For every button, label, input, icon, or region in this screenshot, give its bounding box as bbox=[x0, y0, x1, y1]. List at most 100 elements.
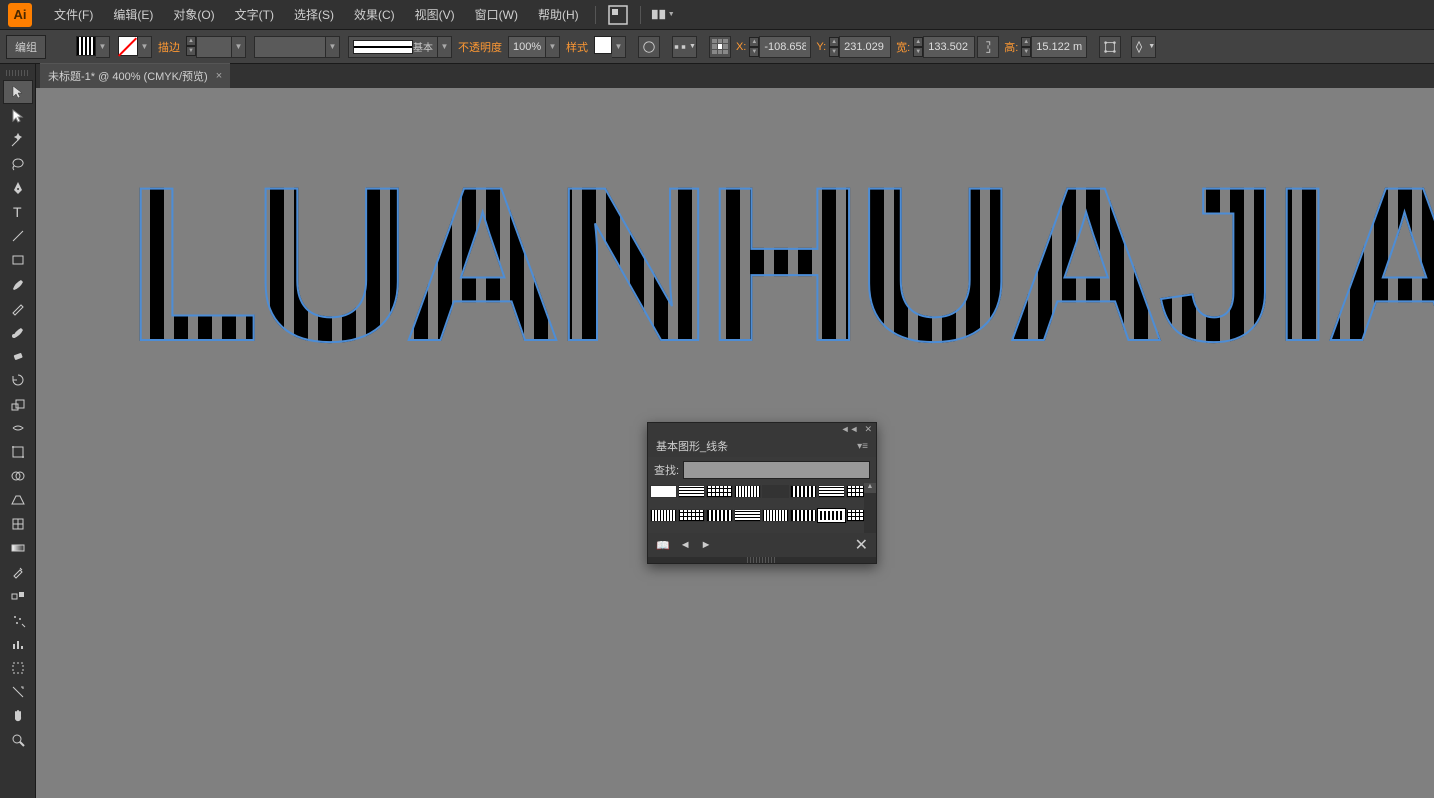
gradient-tool[interactable] bbox=[3, 536, 33, 560]
panel-resize-handle[interactable] bbox=[648, 557, 876, 563]
swatch-selected[interactable] bbox=[818, 509, 845, 522]
var-width-profile[interactable]: ▼ bbox=[254, 36, 340, 58]
graphic-style[interactable]: ▼ bbox=[594, 36, 626, 58]
stroke-color[interactable]: ▼ bbox=[118, 36, 152, 58]
lasso-tool[interactable] bbox=[3, 152, 33, 176]
swatch-grid: ▲ bbox=[648, 483, 876, 533]
stroke-weight[interactable]: ▲▼ ▼ bbox=[186, 36, 246, 58]
nav-prev-icon[interactable]: ◄ bbox=[680, 539, 691, 552]
svg-text:T: T bbox=[13, 204, 22, 220]
panel-menu-icon[interactable]: ▾≡ bbox=[857, 441, 868, 452]
swatch[interactable] bbox=[706, 485, 733, 498]
panel-collapse-icon[interactable]: ◄◄ bbox=[841, 424, 859, 434]
pencil-tool[interactable] bbox=[3, 296, 33, 320]
artwork-text[interactable]: LUANHUAJIA bbox=[126, 138, 1434, 391]
stroke-weight-input[interactable] bbox=[196, 36, 232, 58]
brush-def[interactable]: 基本▼ bbox=[348, 36, 452, 58]
rotate-tool[interactable] bbox=[3, 368, 33, 392]
close-tab-icon[interactable]: × bbox=[216, 70, 222, 82]
x-stepper[interactable]: ▲▼ bbox=[749, 37, 759, 57]
menu-object[interactable]: 对象(O) bbox=[163, 0, 224, 29]
swatch[interactable] bbox=[762, 509, 789, 522]
nav-next-icon[interactable]: ► bbox=[701, 539, 712, 552]
type-tool[interactable]: T bbox=[3, 200, 33, 224]
toolbox: T bbox=[0, 64, 36, 798]
symbol-sprayer-tool[interactable] bbox=[3, 608, 33, 632]
stroke-label: 描边 bbox=[158, 39, 180, 55]
panel-topbar[interactable]: ◄◄ ✕ bbox=[648, 423, 876, 435]
scroll-up-icon[interactable]: ▲ bbox=[864, 483, 876, 493]
style-label: 样式 bbox=[566, 39, 588, 55]
toolbox-handle[interactable] bbox=[6, 70, 29, 76]
y-input[interactable] bbox=[839, 36, 891, 58]
link-wh-icon[interactable] bbox=[977, 36, 999, 58]
h-stepper[interactable]: ▲▼ bbox=[1021, 37, 1031, 57]
blend-tool[interactable] bbox=[3, 584, 33, 608]
hand-tool[interactable] bbox=[3, 704, 33, 728]
swatch[interactable] bbox=[650, 509, 677, 522]
swatch[interactable] bbox=[734, 485, 761, 498]
swatch[interactable] bbox=[818, 485, 845, 498]
w-stepper[interactable]: ▲▼ bbox=[913, 37, 923, 57]
slice-tool[interactable] bbox=[3, 680, 33, 704]
free-transform-tool[interactable] bbox=[3, 440, 33, 464]
blob-brush-tool[interactable] bbox=[3, 320, 33, 344]
menu-file[interactable]: 文件(F) bbox=[44, 0, 103, 29]
opacity[interactable]: ▼ bbox=[508, 36, 560, 58]
menu-select[interactable]: 选择(S) bbox=[284, 0, 344, 29]
swatch[interactable] bbox=[678, 509, 705, 522]
swatch-scrollbar[interactable]: ▲ bbox=[864, 483, 876, 533]
swatch[interactable] bbox=[650, 485, 677, 498]
column-graph-tool[interactable] bbox=[3, 632, 33, 656]
menu-help[interactable]: 帮助(H) bbox=[528, 0, 589, 29]
library-icon[interactable]: 📖 bbox=[656, 539, 670, 552]
pen-tool[interactable] bbox=[3, 176, 33, 200]
swatch[interactable] bbox=[706, 509, 733, 522]
menu-edit[interactable]: 编辑(E) bbox=[103, 0, 163, 29]
rectangle-tool[interactable] bbox=[3, 248, 33, 272]
artboard-tool[interactable] bbox=[3, 656, 33, 680]
menu-view[interactable]: 视图(V) bbox=[405, 0, 465, 29]
panel-header[interactable]: 基本图形_线条 ▾≡ bbox=[648, 435, 876, 457]
transform-icon[interactable] bbox=[1099, 36, 1121, 58]
swatch[interactable] bbox=[678, 485, 705, 498]
h-input[interactable] bbox=[1031, 36, 1087, 58]
swatch[interactable] bbox=[790, 485, 817, 498]
y-stepper[interactable]: ▲▼ bbox=[829, 37, 839, 57]
expand-icon[interactable]: ✕ bbox=[855, 535, 868, 555]
arrange-icon[interactable]: ▼ bbox=[651, 5, 675, 25]
panel-close-icon[interactable]: ✕ bbox=[864, 424, 872, 435]
w-input[interactable] bbox=[923, 36, 975, 58]
swatch[interactable] bbox=[734, 509, 761, 522]
panel-footer: 📖 ◄ ► ✕ bbox=[648, 533, 876, 557]
swatch[interactable] bbox=[762, 485, 789, 498]
panel-search-input[interactable] bbox=[683, 461, 870, 479]
menu-effect[interactable]: 效果(C) bbox=[344, 0, 405, 29]
direct-selection-tool[interactable] bbox=[3, 104, 33, 128]
menu-type[interactable]: 文字(T) bbox=[225, 0, 284, 29]
shape-builder-tool[interactable] bbox=[3, 464, 33, 488]
selection-mode-label: 编组 bbox=[6, 35, 46, 59]
document-tab[interactable]: 未标题-1* @ 400% (CMYK/预览) × bbox=[40, 63, 230, 88]
align-icon[interactable]: ▼ bbox=[672, 36, 697, 58]
eyedropper-tool[interactable] bbox=[3, 560, 33, 584]
recolor-icon[interactable] bbox=[638, 36, 660, 58]
paintbrush-tool[interactable] bbox=[3, 272, 33, 296]
zoom-tool[interactable] bbox=[3, 728, 33, 752]
isolate-icon[interactable]: ▼ bbox=[1131, 36, 1156, 58]
swatch[interactable] bbox=[790, 509, 817, 522]
mesh-tool[interactable] bbox=[3, 512, 33, 536]
fill-color[interactable]: ▼ bbox=[76, 36, 110, 58]
perspective-tool[interactable] bbox=[3, 488, 33, 512]
opacity-input[interactable] bbox=[508, 36, 546, 58]
eraser-tool[interactable] bbox=[3, 344, 33, 368]
x-input[interactable] bbox=[759, 36, 811, 58]
width-tool[interactable] bbox=[3, 416, 33, 440]
selection-tool[interactable] bbox=[3, 80, 33, 104]
menu-window[interactable]: 窗口(W) bbox=[465, 0, 528, 29]
magic-wand-tool[interactable] bbox=[3, 128, 33, 152]
line-tool[interactable] bbox=[3, 224, 33, 248]
reference-point[interactable] bbox=[709, 36, 731, 58]
scale-tool[interactable] bbox=[3, 392, 33, 416]
doc-layout-icon[interactable] bbox=[606, 5, 630, 25]
